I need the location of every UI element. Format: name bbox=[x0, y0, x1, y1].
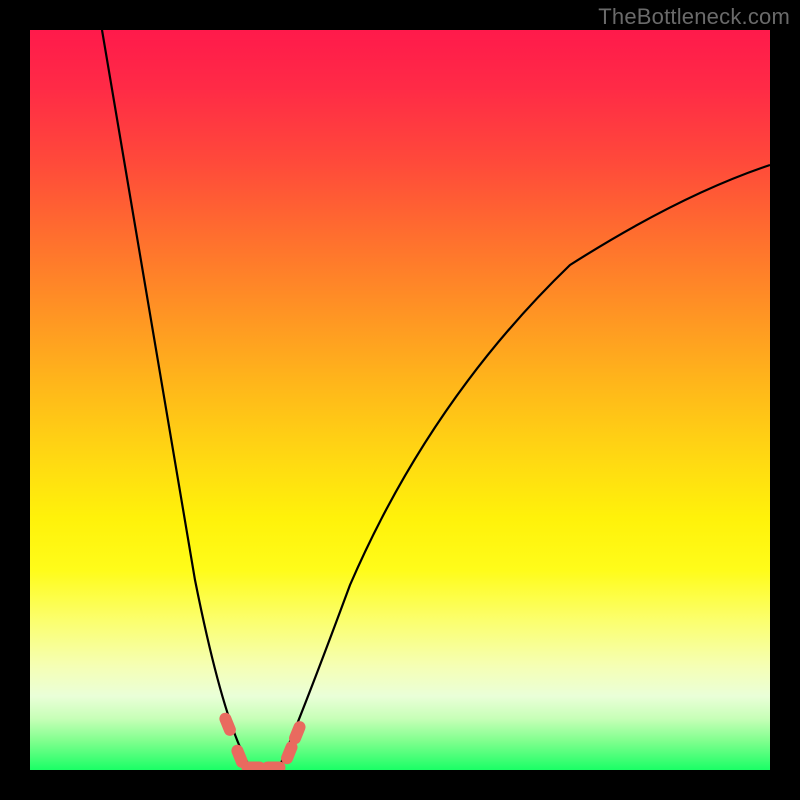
right-marker-upper bbox=[288, 720, 307, 745]
bottom-marker-left bbox=[242, 762, 265, 770]
bottom-marker-right bbox=[262, 762, 285, 770]
curve-layer bbox=[30, 30, 770, 770]
left-curve bbox=[102, 30, 252, 770]
left-marker-upper bbox=[218, 712, 237, 737]
right-curve bbox=[278, 165, 770, 770]
plot-frame bbox=[30, 30, 770, 770]
watermark-text: TheBottleneck.com bbox=[598, 4, 790, 30]
